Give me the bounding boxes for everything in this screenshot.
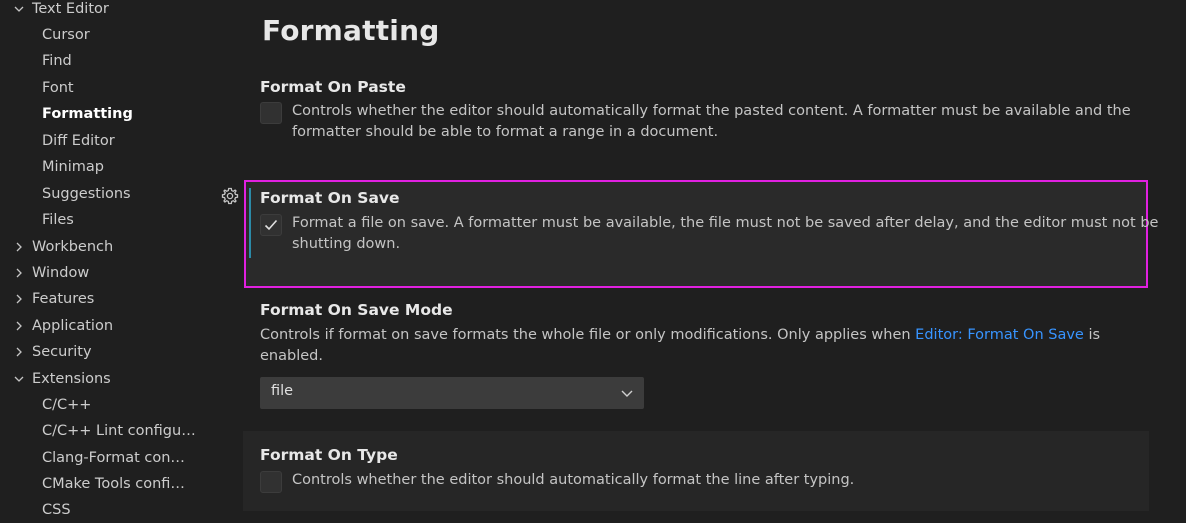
tree-item-label: Font xyxy=(42,80,74,96)
tree-item-window[interactable]: Window xyxy=(12,260,89,286)
description-line: Controls whether the editor should autom… xyxy=(292,472,855,488)
tree-item-label: Features xyxy=(32,291,95,307)
chevron-down-icon xyxy=(12,0,26,22)
format-on-type-title: Format On Type xyxy=(260,446,398,464)
section-title: Formatting xyxy=(262,14,440,47)
format-on-paste-description: Controls whether the editor should autom… xyxy=(292,101,1131,143)
tree-item-label: Cursor xyxy=(42,27,90,43)
format-on-type-description: Controls whether the editor should autom… xyxy=(292,470,854,491)
gear-icon[interactable] xyxy=(220,186,240,206)
format-on-save-checkbox[interactable] xyxy=(260,214,282,236)
tree-item-label: C/C++ xyxy=(42,397,92,413)
chevron-down-icon xyxy=(621,390,633,397)
format-on-type-checkbox[interactable] xyxy=(260,471,282,493)
tree-item-label: Clang-Format con… xyxy=(42,450,185,466)
chevron-right-icon xyxy=(12,260,26,286)
tree-item-minimap[interactable]: Minimap xyxy=(42,154,104,180)
tree-item-files[interactable]: Files xyxy=(42,207,74,233)
tree-item-security[interactable]: Security xyxy=(12,339,92,365)
tree-item-font[interactable]: Font xyxy=(42,75,74,101)
format-on-save-mode-select[interactable]: file xyxy=(260,377,644,409)
tree-item-cpp[interactable]: C/C++ xyxy=(42,392,91,418)
modified-indicator xyxy=(249,188,251,258)
check-icon xyxy=(264,219,278,231)
format-on-paste-checkbox[interactable] xyxy=(260,102,282,124)
format-on-save-mode-title: Format On Save Mode xyxy=(260,301,453,319)
chevron-right-icon xyxy=(12,313,26,339)
tree-item-label: Formatting xyxy=(42,106,133,122)
tree-item-extensions[interactable]: Extensions xyxy=(12,366,111,392)
tree-item-label: C/C++ Lint configu… xyxy=(42,423,196,439)
description-line: shutting down. xyxy=(292,236,401,252)
tree-item-label: Suggestions xyxy=(42,186,131,202)
tree-item-label: Find xyxy=(42,53,72,69)
tree-item-features[interactable]: Features xyxy=(12,286,94,312)
tree-item-cursor[interactable]: Cursor xyxy=(42,22,90,48)
chevron-right-icon xyxy=(12,286,26,312)
format-on-save-description: Format a file on save. A formatter must … xyxy=(292,213,1158,255)
tree-item-label: CSS xyxy=(42,502,71,518)
tree-item-label: Minimap xyxy=(42,159,104,175)
tree-item-diff-editor[interactable]: Diff Editor xyxy=(42,128,115,154)
format-on-save-link[interactable]: Editor: Format On Save xyxy=(915,327,1084,343)
tree-item-label: Window xyxy=(32,265,90,281)
chevron-right-icon xyxy=(12,234,26,260)
tree-item-cmake-tools[interactable]: CMake Tools confi… xyxy=(42,471,185,497)
tree-item-clang-format[interactable]: Clang-Format con… xyxy=(42,445,185,471)
description-line: Controls whether the editor should autom… xyxy=(292,103,1131,119)
tree-item-formatting[interactable]: Formatting xyxy=(42,101,133,127)
tree-item-label: CMake Tools confi… xyxy=(42,476,185,492)
settings-tree: Text Editor Cursor Find Font Formatting … xyxy=(0,0,200,518)
format-on-save-title: Format On Save xyxy=(260,189,400,207)
chevron-down-icon xyxy=(12,366,26,392)
select-value: file xyxy=(271,383,294,399)
tree-item-label: Security xyxy=(32,344,92,360)
tree-item-label: Extensions xyxy=(32,371,111,387)
description-line: enabled. xyxy=(260,348,323,364)
description-line: formatter should be able to format a ran… xyxy=(292,124,719,140)
tree-item-label: Text Editor xyxy=(32,1,109,17)
tree-item-label: Application xyxy=(32,318,114,334)
tree-item-suggestions[interactable]: Suggestions xyxy=(42,181,131,207)
tree-item-application[interactable]: Application xyxy=(12,313,113,339)
format-on-paste-title: Format On Paste xyxy=(260,78,406,96)
description-text: Controls if format on save formats the w… xyxy=(260,327,916,343)
tree-item-css[interactable]: CSS xyxy=(42,497,71,523)
format-on-save-mode-description: Controls if format on save formats the w… xyxy=(260,325,1100,367)
tree-item-label: Workbench xyxy=(32,239,114,255)
tree-item-text-editor[interactable]: Text Editor xyxy=(12,0,109,22)
tree-item-cpp-lint[interactable]: C/C++ Lint configu… xyxy=(42,418,196,444)
description-line: Format a file on save. A formatter must … xyxy=(292,215,1159,231)
tree-item-workbench[interactable]: Workbench xyxy=(12,234,113,260)
chevron-right-icon xyxy=(12,339,26,365)
description-text: is xyxy=(1083,327,1101,343)
description-line: Controls if format on save formats the w… xyxy=(260,325,1100,346)
tree-item-label: Diff Editor xyxy=(42,133,115,149)
tree-item-find[interactable]: Find xyxy=(42,48,72,74)
tree-item-label: Files xyxy=(42,212,74,228)
